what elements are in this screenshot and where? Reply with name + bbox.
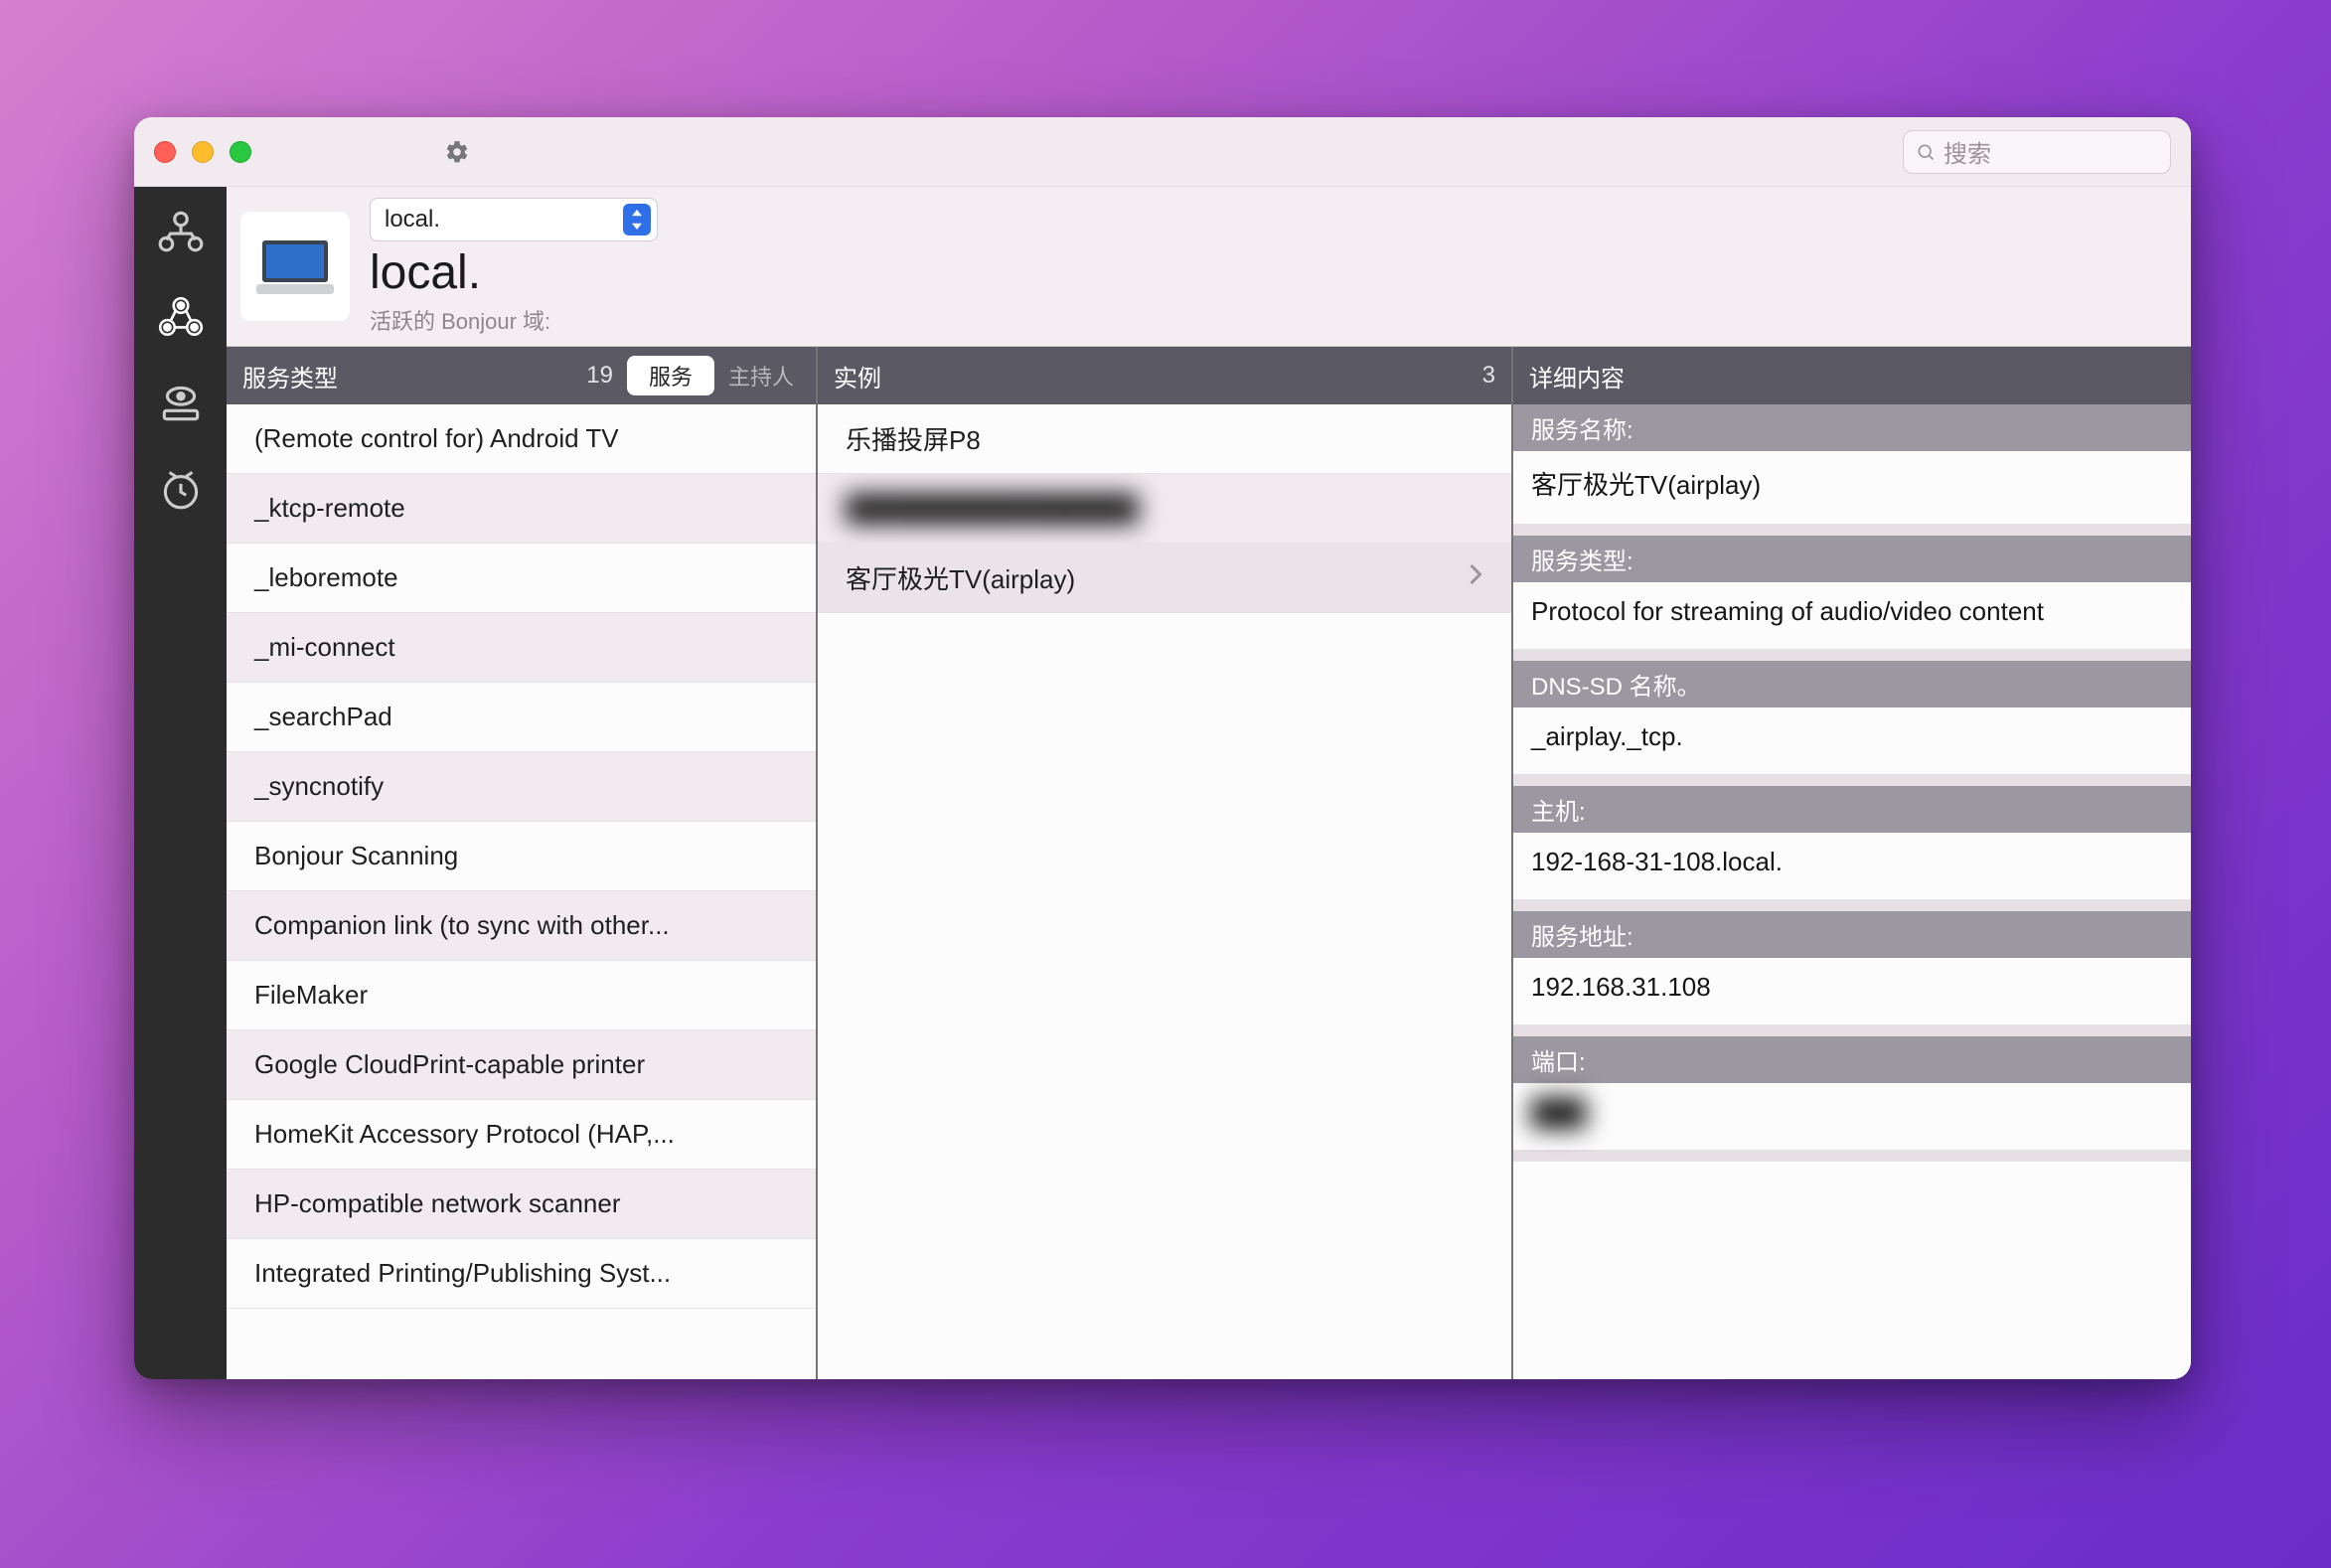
segment-host-button[interactable]: 主持人: [722, 356, 800, 395]
services-column: 服务类型 19 服务 主持人 (Remote control for) Andr…: [227, 347, 818, 1379]
service-row[interactable]: _searchPad: [227, 683, 816, 752]
titlebar: 搜索: [134, 117, 2191, 187]
detail-field-label: 端口:: [1513, 1036, 2191, 1083]
segment-service-button[interactable]: 服务: [627, 356, 714, 395]
sidebar-item-timer[interactable]: [152, 459, 210, 517]
instance-row[interactable]: 客厅极光TV(airplay): [818, 544, 1511, 613]
chevron-right-icon: [1468, 562, 1483, 593]
close-window-button[interactable]: [154, 141, 176, 163]
services-count: 19: [586, 362, 613, 390]
service-row[interactable]: Companion link (to sync with other...: [227, 891, 816, 961]
details-column: 详细内容 服务名称:客厅极光TV(airplay) 服务类型:Protocol f…: [1513, 347, 2191, 1379]
service-row[interactable]: _mi-connect: [227, 613, 816, 683]
content: local. local. 活跃的 Bonjour 域: 服务类型 19: [134, 187, 2191, 1379]
services-segment: 19 服务 主持人: [586, 356, 800, 395]
domain-subtitle: 活跃的 Bonjour 域:: [370, 304, 658, 336]
instance-label: 客厅极光TV(airplay): [846, 559, 1075, 596]
detail-field-label: 服务类型:: [1513, 536, 2191, 582]
zoom-window-button[interactable]: [230, 141, 251, 163]
app-window: 搜索 local.: [134, 117, 2191, 1379]
detail-field-label: 服务地址:: [1513, 911, 2191, 958]
details-header: 详细内容: [1513, 347, 2191, 404]
search-placeholder: 搜索: [1943, 134, 1991, 169]
instances-list[interactable]: 乐播投屏P8 ████████████████ 客厅极光TV(airplay): [818, 404, 1511, 1379]
domain-select-value: local.: [385, 206, 440, 234]
settings-button[interactable]: [444, 139, 470, 165]
select-arrows-icon: [623, 204, 651, 235]
traffic-lights: [154, 141, 251, 163]
sidebar-item-bonjour[interactable]: [152, 288, 210, 346]
detail-field-label: 主机:: [1513, 786, 2191, 833]
minimize-window-button[interactable]: [192, 141, 214, 163]
detail-field-value: 客厅极光TV(airplay): [1513, 451, 2191, 524]
detail-field-value: Protocol for streaming of audio/video co…: [1513, 582, 2191, 649]
domain-title: local.: [370, 245, 658, 300]
detail-field-label: 服务名称:: [1513, 404, 2191, 451]
service-row[interactable]: HomeKit Accessory Protocol (HAP,...: [227, 1100, 816, 1170]
domain-bar: local. local. 活跃的 Bonjour 域:: [227, 187, 2191, 346]
service-row[interactable]: HP-compatible network scanner: [227, 1170, 816, 1239]
instance-row[interactable]: ████████████████: [818, 474, 1511, 544]
detail-field-value: 192.168.31.108: [1513, 958, 2191, 1024]
domain-device-icon: [240, 212, 350, 321]
services-header-label: 服务类型: [242, 359, 338, 393]
sidebar: [134, 187, 227, 1379]
detail-field-label: DNS-SD 名称。: [1513, 661, 2191, 707]
instances-header: 实例 3: [818, 347, 1511, 404]
domain-select[interactable]: local.: [370, 198, 658, 241]
sidebar-item-monitor[interactable]: [152, 374, 210, 431]
instances-column: 实例 3 乐播投屏P8 ████████████████ 客厅极光TV(airpla…: [818, 347, 1513, 1379]
instance-row[interactable]: 乐播投屏P8: [818, 404, 1511, 474]
service-row[interactable]: _ktcp-remote: [227, 474, 816, 544]
service-row[interactable]: Integrated Printing/Publishing Syst...: [227, 1239, 816, 1309]
services-header: 服务类型 19 服务 主持人: [227, 347, 816, 404]
detail-field-value: 192-168-31-108.local.: [1513, 833, 2191, 899]
service-row[interactable]: FileMaker: [227, 961, 816, 1030]
services-list[interactable]: (Remote control for) Android TV_ktcp-rem…: [227, 404, 816, 1379]
main-area: local. local. 活跃的 Bonjour 域: 服务类型 19: [227, 187, 2191, 1379]
instance-label: ████████████████: [846, 493, 1139, 524]
columns: 服务类型 19 服务 主持人 (Remote control for) Andr…: [227, 346, 2191, 1379]
search-input[interactable]: 搜索: [1903, 130, 2171, 174]
details-pane[interactable]: 服务名称:客厅极光TV(airplay) 服务类型:Protocol for st…: [1513, 404, 2191, 1379]
details-header-label: 详细内容: [1529, 359, 1625, 393]
instances-header-label: 实例: [834, 359, 881, 393]
service-row[interactable]: _leboremote: [227, 544, 816, 613]
sidebar-item-network[interactable]: [152, 203, 210, 260]
service-row[interactable]: Bonjour Scanning: [227, 822, 816, 891]
service-row[interactable]: _syncnotify: [227, 752, 816, 822]
detail-field-value: ███: [1513, 1083, 2191, 1150]
detail-field-value: _airplay._tcp.: [1513, 707, 2191, 774]
service-row[interactable]: Google CloudPrint-capable printer: [227, 1030, 816, 1100]
service-row[interactable]: (Remote control for) Android TV: [227, 404, 816, 474]
instances-count: 3: [1482, 362, 1495, 390]
instance-label: 乐播投屏P8: [846, 420, 981, 457]
